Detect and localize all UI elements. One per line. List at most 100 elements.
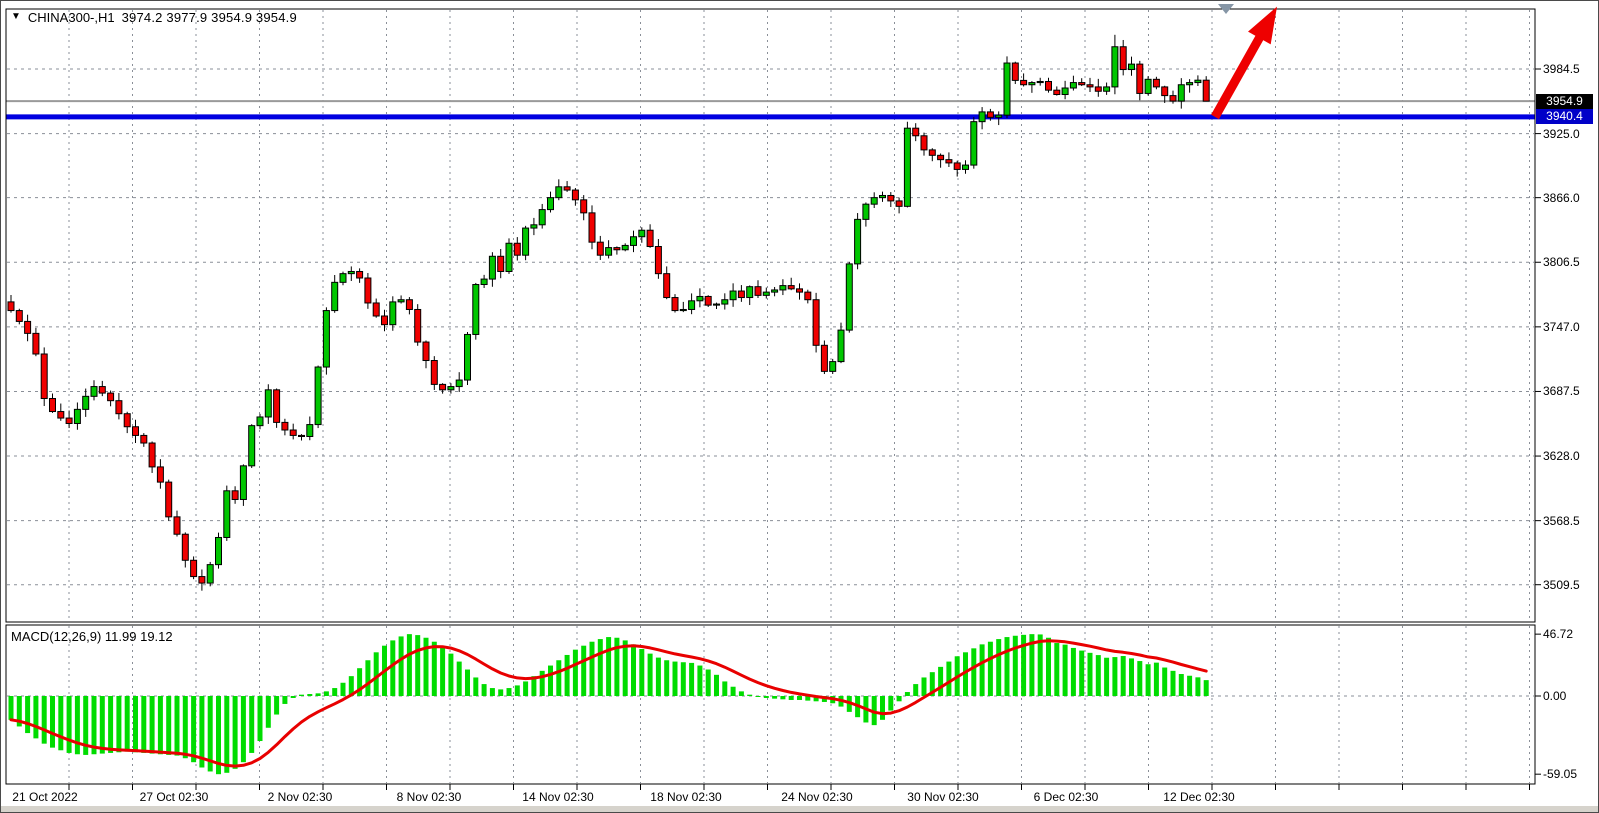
- trend-arrow-head[interactable]: [1248, 7, 1277, 45]
- candle-body: [896, 201, 902, 206]
- macd-histogram-bar: [731, 687, 736, 696]
- macd-histogram-bar: [374, 652, 379, 696]
- candle-body: [365, 278, 371, 303]
- macd-histogram-bar: [996, 639, 1001, 696]
- macd-histogram-bar: [324, 691, 329, 696]
- time-axis-label: 30 Nov 02:30: [907, 790, 978, 804]
- candle-body: [1062, 88, 1068, 95]
- candle-body: [805, 292, 811, 300]
- candle-body: [166, 482, 172, 517]
- macd-histogram-bar: [233, 696, 238, 769]
- macd-histogram-bar: [540, 671, 545, 696]
- candle-body: [141, 435, 147, 443]
- macd-histogram-bar: [42, 696, 47, 744]
- candle-body: [1129, 64, 1135, 69]
- macd-histogram-bar: [282, 696, 287, 704]
- candle-body: [465, 334, 471, 380]
- candle-body: [1195, 80, 1201, 82]
- macd-histogram-bar: [133, 696, 138, 752]
- candle-body: [697, 296, 703, 300]
- candle-body: [880, 195, 886, 197]
- macd-histogram-bar: [556, 660, 561, 696]
- macd-histogram-bar: [623, 640, 628, 696]
- macd-axis-label: -59.05: [1543, 767, 1577, 781]
- macd-histogram-bar: [764, 696, 769, 698]
- chart-canvas[interactable]: [1, 1, 1599, 813]
- candle-body: [265, 390, 271, 417]
- macd-histogram-bar: [316, 693, 321, 696]
- candle-body: [1004, 63, 1010, 115]
- candle-body: [373, 303, 379, 316]
- price-axis-label: 3747.0: [1543, 320, 1580, 334]
- macd-histogram-bar: [1038, 634, 1043, 696]
- candle-body: [1203, 80, 1209, 101]
- macd-histogram-bar: [573, 650, 578, 696]
- candle-body: [738, 291, 744, 298]
- macd-histogram-bar: [772, 696, 777, 699]
- candle-body: [1112, 47, 1118, 87]
- macd-histogram-bar: [498, 689, 503, 696]
- candle-body: [440, 384, 446, 389]
- macd-histogram-bar: [523, 681, 528, 696]
- time-axis-label: 14 Nov 02:30: [522, 790, 593, 804]
- macd-histogram-bar: [888, 696, 893, 711]
- candle-body: [133, 427, 139, 436]
- candle-body: [224, 491, 230, 538]
- candle-body: [340, 274, 346, 283]
- macd-histogram-bar: [590, 642, 595, 696]
- macd-histogram-bar: [714, 675, 719, 696]
- macd-histogram-bar: [141, 696, 146, 753]
- candle-body: [489, 256, 495, 279]
- candle-body: [431, 361, 437, 385]
- candle-body: [348, 271, 354, 273]
- macd-histogram-bar: [880, 696, 885, 720]
- macd-histogram-bar: [1013, 636, 1018, 696]
- candle-body: [8, 302, 14, 311]
- macd-histogram-bar: [648, 654, 653, 696]
- candle-body: [647, 230, 653, 246]
- macd-histogram-bar: [1046, 638, 1051, 696]
- chart-title: ▼ CHINA300-,H1 3974.2 3977.9 3954.9 3954…: [11, 10, 297, 25]
- candle-body: [199, 577, 205, 584]
- candle-body: [149, 443, 155, 467]
- candle-body: [1046, 81, 1052, 90]
- candle-body: [307, 425, 313, 437]
- macd-histogram-bar: [1137, 661, 1142, 696]
- candle-body: [772, 290, 778, 292]
- candle-body: [1079, 83, 1085, 85]
- candle-body: [1170, 96, 1176, 101]
- candle-body: [672, 298, 678, 311]
- window-bottom-edge: [1, 806, 1599, 812]
- macd-histogram-bar: [922, 677, 927, 696]
- time-axis-label: 21 Oct 2022: [12, 790, 77, 804]
- symbol-triangle-down-icon[interactable]: ▼: [11, 11, 21, 22]
- candle-body: [1037, 81, 1043, 82]
- candle-body: [780, 286, 786, 290]
- candle-body: [863, 204, 869, 219]
- candle-body: [581, 200, 587, 213]
- macd-histogram-bar: [116, 696, 121, 752]
- macd-histogram-bar: [457, 662, 462, 696]
- chart-window: ▼ CHINA300-,H1 3974.2 3977.9 3954.9 3954…: [0, 0, 1599, 813]
- candle-body: [323, 311, 329, 367]
- candle-body: [456, 380, 462, 387]
- candle-body: [1145, 79, 1151, 93]
- trend-arrow-shaft[interactable]: [1215, 33, 1262, 117]
- macd-histogram-bar: [631, 644, 636, 696]
- time-axis-label: 2 Nov 02:30: [268, 790, 333, 804]
- macd-histogram-bar: [175, 696, 180, 756]
- macd-histogram-bar: [548, 666, 553, 696]
- macd-histogram-bar: [341, 683, 346, 696]
- candle-body: [423, 342, 429, 360]
- macd-histogram-bar: [332, 688, 337, 696]
- candle-body: [25, 321, 31, 333]
- macd-histogram-bar: [1171, 671, 1176, 696]
- macd-histogram-bar: [58, 696, 63, 750]
- macd-histogram-bar: [100, 696, 105, 754]
- price-axis-label: 3568.5: [1543, 514, 1580, 528]
- candle-body: [888, 195, 894, 200]
- candle-body: [514, 243, 520, 255]
- macd-histogram-bar: [390, 640, 395, 696]
- time-axis-label: 8 Nov 02:30: [397, 790, 462, 804]
- time-axis-label: 18 Nov 02:30: [650, 790, 721, 804]
